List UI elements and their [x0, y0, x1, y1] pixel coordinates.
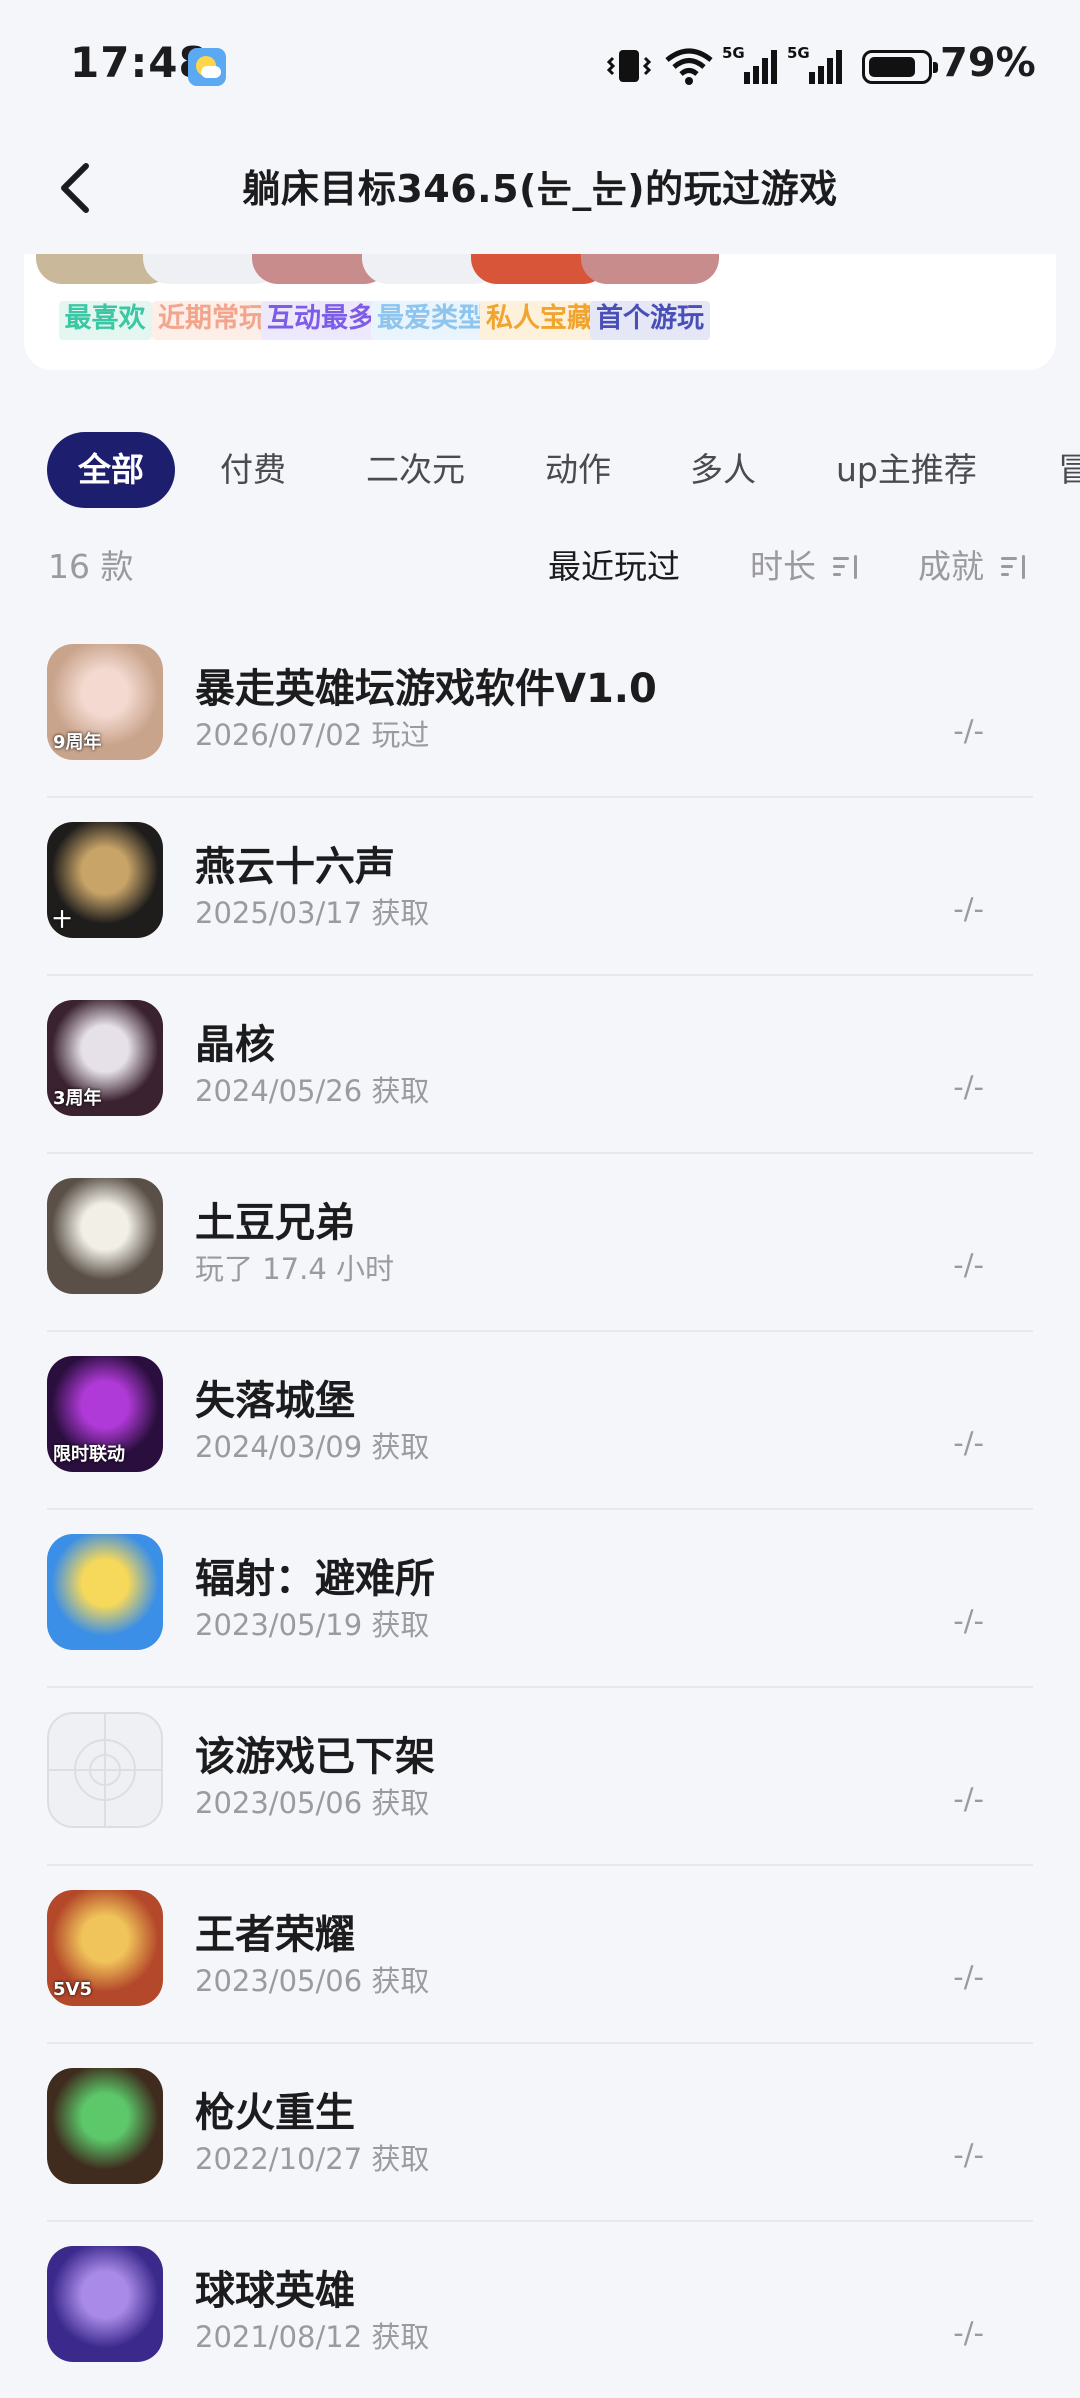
filter-tab[interactable]: 冒 [1058, 432, 1080, 508]
network-label: 5G [787, 44, 810, 62]
game-meta: 2021/08/12 获取 [195, 2320, 430, 2354]
game-name: 王者荣耀 [195, 1912, 355, 1958]
filter-tab[interactable]: 付费 [220, 432, 286, 508]
game-row[interactable]: 3周年 晶核 2024/05/26 获取 -/- [0, 976, 1080, 1154]
game-score: -/- [953, 1426, 984, 1460]
game-meta: 2023/05/19 获取 [195, 1608, 430, 1642]
sort-achievement-label: 成就 [918, 547, 984, 586]
game-score: -/- [953, 1960, 984, 1994]
weather-icon [188, 48, 226, 86]
page-title: 躺床目标346.5(눈_눈)的玩过游戏 [242, 167, 838, 211]
highlight-item[interactable]: 首个游玩 [575, 254, 725, 370]
game-icon [47, 1178, 163, 1294]
game-meta: 2026/07/02 玩过 [195, 718, 430, 752]
highlight-label: 首个游玩 [575, 296, 725, 340]
game-icon-badge: 3周年 [53, 1088, 102, 1109]
game-icon [47, 1534, 163, 1650]
sort-icon [832, 554, 859, 580]
signal-icon: 5G [787, 44, 842, 84]
highlight-thumbnail [581, 254, 719, 284]
game-score: -/- [953, 714, 984, 748]
game-name: 晶核 [195, 1022, 275, 1068]
placeholder-grid-icon [49, 1714, 161, 1826]
game-row[interactable]: 限时联动 失落城堡 2024/03/09 获取 -/- [0, 1332, 1080, 1510]
game-icon-badge: 限时联动 [53, 1444, 125, 1465]
game-score: -/- [953, 1604, 984, 1638]
status-bar: 17:48 5G 5G 79% [0, 0, 1080, 130]
game-meta: 2023/05/06 获取 [195, 1964, 430, 1998]
game-score: -/- [953, 1070, 984, 1104]
game-row[interactable]: 该游戏已下架 2023/05/06 获取 -/- [0, 1688, 1080, 1866]
game-icon: 5V5 [47, 1890, 163, 2006]
sort-duration[interactable]: 时长 [750, 540, 859, 588]
game-row[interactable]: 球球英雄 2021/08/12 获取 -/- [0, 2222, 1080, 2398]
highlight-card: 最喜欢 近期常玩 互动最多 最爱类型 私人宝藏 首个游玩 [24, 254, 1056, 370]
game-name: 球球英雄 [195, 2268, 355, 2314]
sort-duration-label: 时长 [750, 547, 816, 586]
game-name: 该游戏已下架 [195, 1734, 435, 1780]
game-name: 枪火重生 [195, 2090, 355, 2136]
sort-row: 16 款 最近玩过 时长 成就 [0, 540, 1080, 600]
highlight-label-text: 首个游玩 [590, 301, 710, 340]
game-icon-badge: 9周年 [53, 732, 102, 753]
game-row[interactable]: 枪火重生 2022/10/27 获取 -/- [0, 2044, 1080, 2222]
game-icon [47, 2246, 163, 2362]
vibrate-icon [606, 50, 652, 82]
game-score: -/- [953, 2316, 984, 2350]
game-icon: 9周年 [47, 644, 163, 760]
game-name: 辐射：避难所 [195, 1556, 435, 1602]
game-icon: 限时联动 [47, 1356, 163, 1472]
game-score: -/- [953, 892, 984, 926]
game-score: -/- [953, 1248, 984, 1282]
sort-recent-label: 最近玩过 [548, 547, 680, 586]
game-name: 燕云十六声 [195, 844, 395, 890]
game-icon-badge: 十 [53, 910, 71, 931]
battery-icon [862, 50, 938, 84]
game-score: -/- [953, 2138, 984, 2172]
filter-tab[interactable]: 二次元 [366, 432, 465, 508]
filter-tab[interactable]: up主推荐 [836, 432, 977, 508]
game-icon [47, 1712, 163, 1828]
network-label: 5G [722, 44, 745, 62]
signal-icon: 5G [722, 44, 777, 84]
game-meta: 2023/05/06 获取 [195, 1786, 430, 1820]
filter-tabs: 全部 付费 二次元 动作 多人 up主推荐 冒 [0, 432, 1080, 512]
game-meta: 2025/03/17 获取 [195, 896, 430, 930]
game-row[interactable]: 十 燕云十六声 2025/03/17 获取 -/- [0, 798, 1080, 976]
game-meta: 2024/03/09 获取 [195, 1430, 430, 1464]
game-row[interactable]: 辐射：避难所 2023/05/19 获取 -/- [0, 1510, 1080, 1688]
wifi-icon [665, 48, 713, 85]
game-count: 16 款 [48, 547, 134, 586]
battery-percentage: 79% [940, 40, 1036, 86]
sort-achievement[interactable]: 成就 [918, 540, 1027, 588]
game-row[interactable]: 土豆兄弟玩了 17.4 小时 -/- [0, 1154, 1080, 1332]
game-row[interactable]: 5V5 王者荣耀 2023/05/06 获取 -/- [0, 1866, 1080, 2044]
game-row[interactable]: 9周年 暴走英雄坛游戏软件V1.0 2026/07/02 玩过 -/- [0, 620, 1080, 798]
game-name: 暴走英雄坛游戏软件V1.0 [195, 666, 657, 712]
game-icon: 3周年 [47, 1000, 163, 1116]
game-icon: 十 [47, 822, 163, 938]
game-icon-badge: 5V5 [53, 1979, 92, 2000]
filter-tab[interactable]: 动作 [545, 432, 611, 508]
filter-tab[interactable]: 多人 [690, 432, 756, 508]
nav-bar: 躺床目标346.5(눈_눈)的玩过游戏 [0, 130, 1080, 250]
sort-icon [1000, 554, 1027, 580]
game-score: -/- [953, 1782, 984, 1816]
game-name: 土豆兄弟 [195, 1200, 355, 1246]
sort-recent[interactable]: 最近玩过 [548, 540, 680, 588]
game-icon [47, 2068, 163, 2184]
game-name: 失落城堡 [195, 1378, 355, 1424]
game-meta: 玩了 17.4 小时 [195, 1252, 395, 1286]
game-meta: 2024/05/26 获取 [195, 1074, 430, 1108]
filter-tab[interactable]: 全部 [47, 432, 175, 508]
game-meta: 2022/10/27 获取 [195, 2142, 430, 2176]
